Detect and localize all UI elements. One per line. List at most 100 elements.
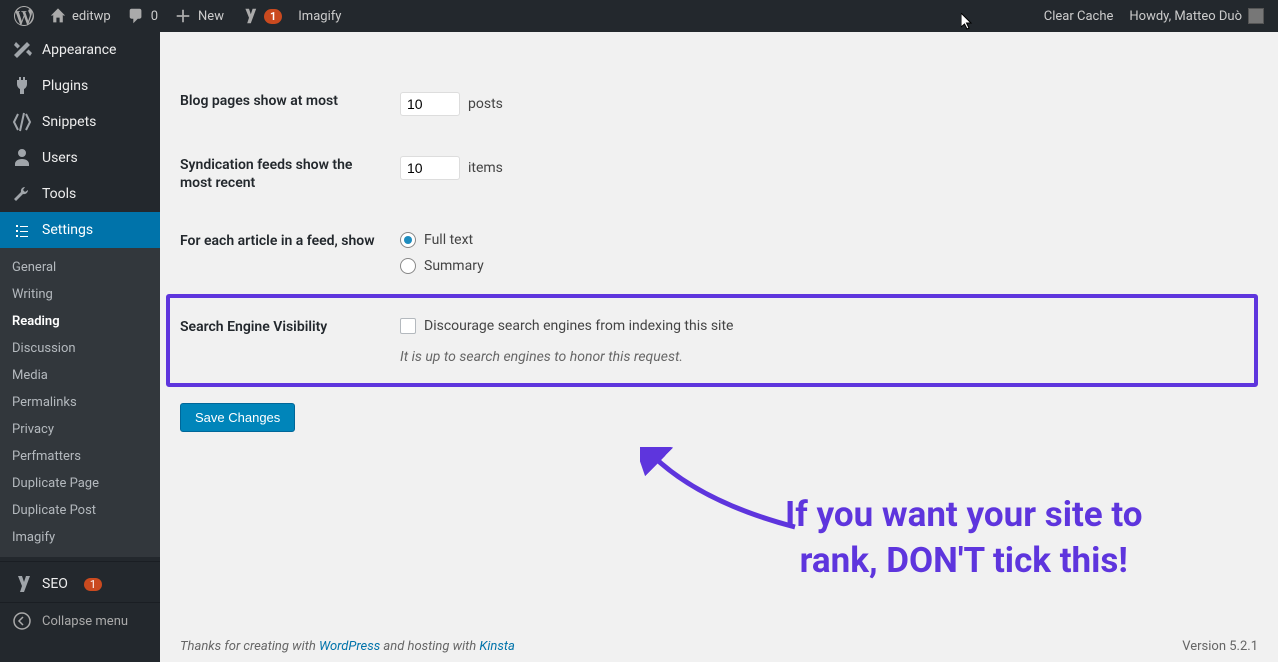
feed-full-option[interactable]: Full text xyxy=(400,232,473,248)
snippets-icon xyxy=(12,112,32,132)
syndication-row: Syndication feeds show the most recent i… xyxy=(180,156,1258,192)
visibility-checkbox[interactable] xyxy=(400,318,416,334)
wordpress-link[interactable]: WordPress xyxy=(319,639,380,654)
footer-thanks: Thanks for creating with WordPress and h… xyxy=(180,639,515,654)
annotation-text: If you want your site to rank, DON'T tic… xyxy=(785,492,1143,583)
collapse-menu-button[interactable]: Collapse menu xyxy=(0,602,160,639)
users-icon xyxy=(12,148,32,168)
yoast-menu[interactable]: 1 xyxy=(232,0,290,32)
account-menu[interactable]: Howdy, Matteo Duò xyxy=(1121,0,1272,32)
submenu-perfmatters[interactable]: Perfmatters xyxy=(0,443,160,470)
visibility-highlight: Search Engine Visibility Discourage sear… xyxy=(166,294,1258,386)
settings-form: Blog pages show at most posts Syndicatio… xyxy=(180,92,1258,432)
visibility-checkbox-label: Discourage search engines from indexing … xyxy=(424,318,733,334)
admin-bar-right: Clear Cache Howdy, Matteo Duò xyxy=(1036,0,1272,32)
appearance-icon xyxy=(12,40,32,60)
submenu-writing[interactable]: Writing xyxy=(0,281,160,308)
visibility-note: It is up to search engines to honor this… xyxy=(400,349,1244,365)
yoast-icon xyxy=(240,7,258,25)
howdy-text: Howdy, Matteo Duò xyxy=(1129,9,1242,24)
menu-label: Appearance xyxy=(42,42,116,58)
syndication-input[interactable] xyxy=(400,156,460,180)
menu-settings[interactable]: Settings xyxy=(0,212,160,248)
feed-row: For each article in a feed, show Full te… xyxy=(180,232,1258,274)
admin-bar-left: editwp 0 New 1 Imagify xyxy=(6,0,349,32)
submenu-duplicate-post[interactable]: Duplicate Post xyxy=(0,497,160,524)
menu-label: Users xyxy=(42,150,78,166)
feed-options: Full text Summary xyxy=(400,232,484,274)
syndication-field: items xyxy=(400,156,503,180)
submenu-duplicate-page[interactable]: Duplicate Page xyxy=(0,470,160,497)
comment-icon xyxy=(127,7,145,25)
syndication-label: Syndication feeds show the most recent xyxy=(180,156,400,192)
clear-cache-label: Clear Cache xyxy=(1044,9,1114,24)
footer-hosting: and hosting with xyxy=(380,639,479,654)
menu-appearance[interactable]: Appearance xyxy=(0,32,160,68)
site-name-text: editwp xyxy=(72,9,111,24)
menu-label: Plugins xyxy=(42,78,88,94)
menu-label: Snippets xyxy=(42,114,96,130)
admin-bar: editwp 0 New 1 Imagify Clear Cache xyxy=(0,0,1278,32)
radio-full[interactable] xyxy=(400,232,416,248)
content-area: Blog pages show at most posts Syndicatio… xyxy=(160,32,1278,662)
syndication-suffix: items xyxy=(468,160,503,176)
save-button[interactable]: Save Changes xyxy=(180,403,295,432)
blog-pages-row: Blog pages show at most posts xyxy=(180,92,1258,116)
menu-plugins[interactable]: Plugins xyxy=(0,68,160,104)
clear-cache-menu[interactable]: Clear Cache xyxy=(1036,0,1122,32)
comments-menu[interactable]: 0 xyxy=(119,0,166,32)
feed-full-label: Full text xyxy=(424,232,473,248)
settings-submenu: General Writing Reading Discussion Media… xyxy=(0,248,160,557)
wp-version: Version 5.2.1 xyxy=(1182,639,1258,654)
avatar xyxy=(1248,8,1264,24)
feed-summary-label: Summary xyxy=(424,258,484,274)
new-label: New xyxy=(198,9,224,24)
menu-label: SEO xyxy=(42,576,68,592)
feed-summary-option[interactable]: Summary xyxy=(400,258,484,274)
seo-count-badge: 1 xyxy=(84,578,102,591)
collapse-icon xyxy=(12,611,32,631)
comments-count: 0 xyxy=(151,9,158,24)
submenu-media[interactable]: Media xyxy=(0,362,160,389)
blog-pages-input[interactable] xyxy=(400,92,460,116)
kinsta-link[interactable]: Kinsta xyxy=(479,639,514,654)
feed-label: For each article in a feed, show xyxy=(180,232,400,250)
visibility-field: Discourage search engines from indexing … xyxy=(400,318,733,334)
submenu-imagify[interactable]: Imagify xyxy=(0,524,160,551)
menu-separator xyxy=(0,561,160,562)
plus-icon xyxy=(174,7,192,25)
wp-footer: Thanks for creating with WordPress and h… xyxy=(180,639,1258,654)
submenu-general[interactable]: General xyxy=(0,254,160,281)
site-name-menu[interactable]: editwp xyxy=(42,0,119,32)
visibility-row: Search Engine Visibility Discourage sear… xyxy=(180,318,1244,336)
menu-seo[interactable]: SEO 1 xyxy=(0,566,160,602)
imagify-menu[interactable]: Imagify xyxy=(290,0,349,32)
submenu-permalinks[interactable]: Permalinks xyxy=(0,389,160,416)
settings-icon xyxy=(12,220,32,240)
wordpress-icon xyxy=(14,6,34,26)
submenu-reading[interactable]: Reading xyxy=(0,308,160,335)
submenu-discussion[interactable]: Discussion xyxy=(0,335,160,362)
imagify-label: Imagify xyxy=(298,9,341,24)
collapse-label: Collapse menu xyxy=(42,614,128,629)
menu-tools[interactable]: Tools xyxy=(0,176,160,212)
tools-icon xyxy=(12,184,32,204)
annotation-line-2: rank, DON'T tick this! xyxy=(785,538,1143,584)
menu-label: Settings xyxy=(42,222,93,238)
wp-logo-menu[interactable] xyxy=(6,0,42,32)
menu-snippets[interactable]: Snippets xyxy=(0,104,160,140)
footer-prefix: Thanks for creating with xyxy=(180,639,319,654)
menu-users[interactable]: Users xyxy=(0,140,160,176)
blog-pages-suffix: posts xyxy=(468,96,503,112)
blog-pages-label: Blog pages show at most xyxy=(180,92,400,110)
blog-pages-field: posts xyxy=(400,92,503,116)
home-icon xyxy=(50,8,66,24)
yoast-menu-icon xyxy=(12,574,32,594)
plugins-icon xyxy=(12,76,32,96)
radio-summary[interactable] xyxy=(400,258,416,274)
notification-badge: 1 xyxy=(264,9,282,24)
visibility-label: Search Engine Visibility xyxy=(180,318,400,336)
new-content-menu[interactable]: New xyxy=(166,0,232,32)
submenu-privacy[interactable]: Privacy xyxy=(0,416,160,443)
admin-sidebar: Appearance Plugins Snippets Users Tools … xyxy=(0,32,160,662)
